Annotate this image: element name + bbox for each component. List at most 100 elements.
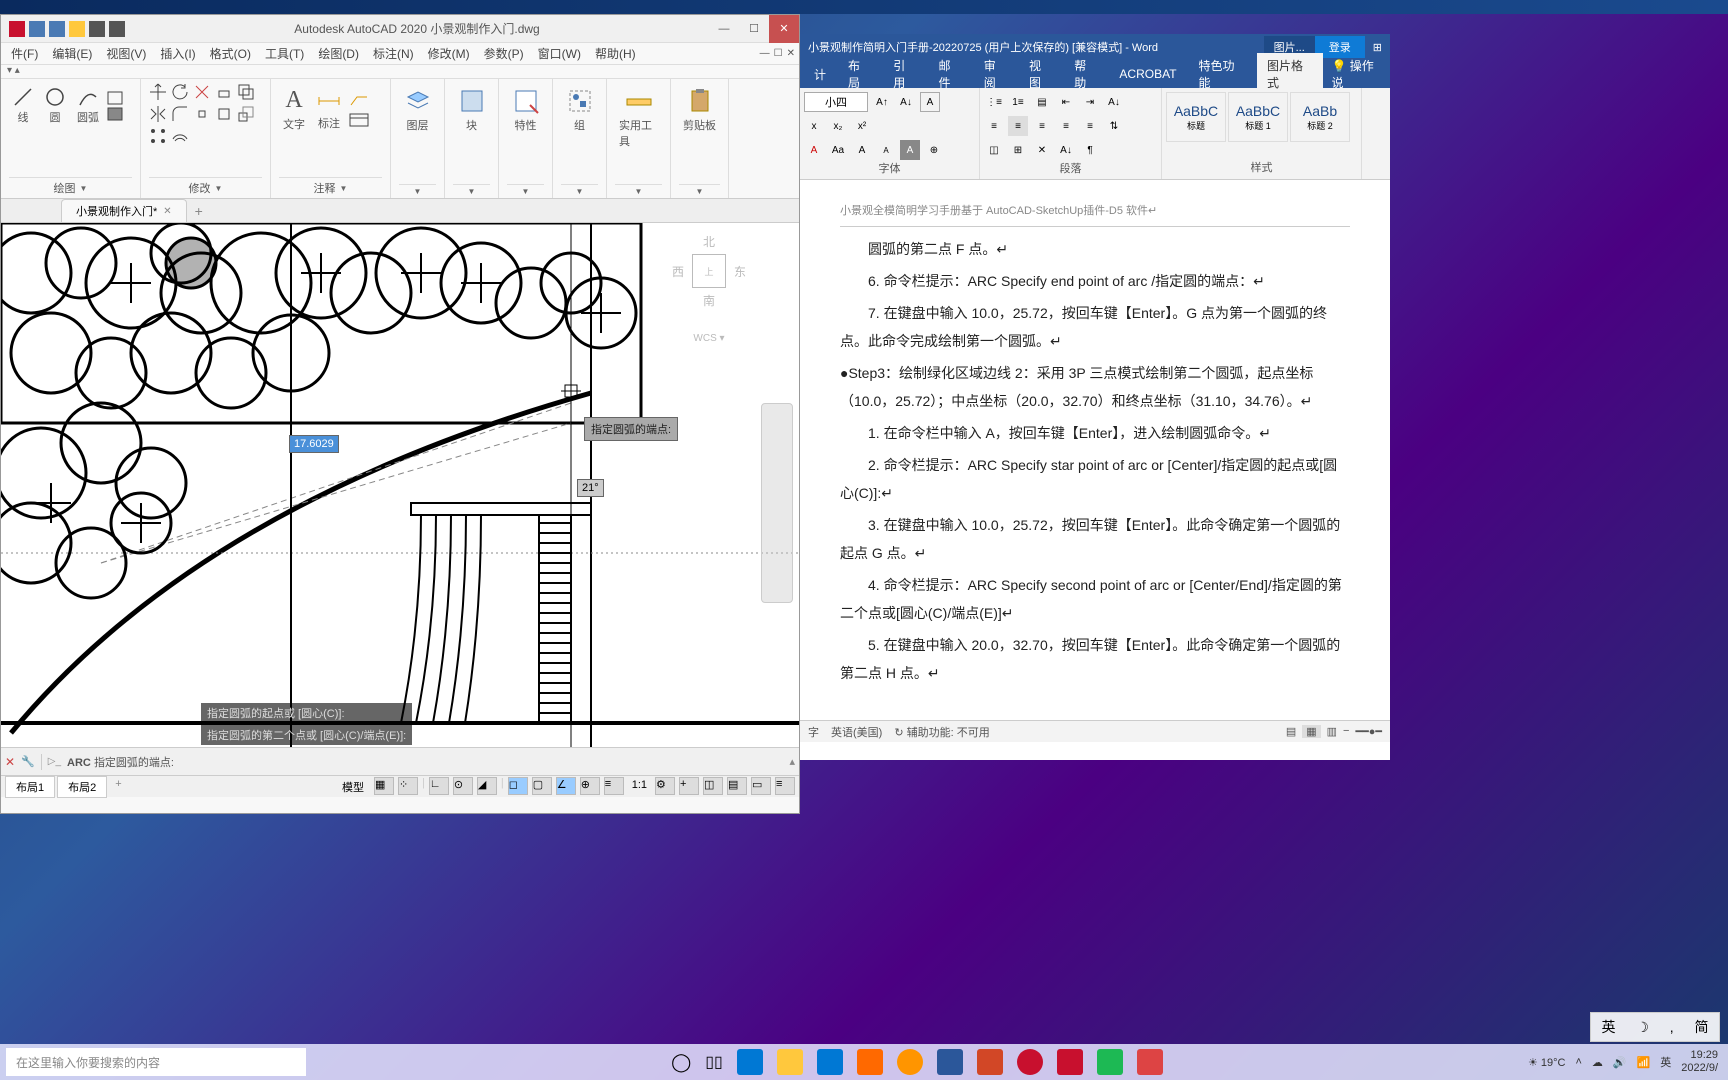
justify-icon[interactable]: ≡: [1056, 116, 1076, 136]
ribbon-tab[interactable]: ACROBAT: [1109, 63, 1186, 85]
align-right-icon[interactable]: ≡: [1032, 116, 1052, 136]
char-border-icon[interactable]: ⊕: [924, 140, 944, 160]
autocad-icon[interactable]: [1057, 1049, 1083, 1075]
weather-widget[interactable]: ☀ 19°C: [1528, 1056, 1566, 1069]
netease-icon[interactable]: [1017, 1049, 1043, 1075]
styles-panel-title[interactable]: 样式: [1166, 159, 1357, 175]
menu-tools[interactable]: 工具(T): [259, 43, 310, 64]
shading-icon[interactable]: ◫: [984, 140, 1004, 160]
ribbon-tab[interactable]: 计: [804, 62, 836, 87]
menu-edit[interactable]: 编辑(E): [46, 43, 98, 64]
tab-add-button[interactable]: +: [187, 200, 211, 222]
zoom-out-button[interactable]: −: [1343, 725, 1349, 738]
task-timeline-icon[interactable]: ▯▯: [705, 1052, 723, 1072]
menu-view[interactable]: 视图(V): [100, 43, 152, 64]
acad-titlebar[interactable]: Autodesk AutoCAD 2020 小景观制作入门.dwg — ☐ ✕: [1, 15, 799, 43]
wcs-dropdown[interactable]: WCS ▾: [693, 333, 724, 344]
offset-icon[interactable]: [171, 127, 189, 145]
para-sort-icon[interactable]: A↓: [1056, 140, 1076, 160]
align-left-icon[interactable]: ≡: [984, 116, 1004, 136]
3dosnap-toggle[interactable]: ▢: [532, 777, 552, 795]
panel-draw-title[interactable]: 绘图▼: [9, 177, 132, 196]
multilevel-icon[interactable]: ▤: [1032, 92, 1052, 112]
line-tool[interactable]: 线: [9, 83, 37, 129]
shrink-font-icon[interactable]: A↓: [896, 92, 916, 112]
layer-tool[interactable]: 图层: [399, 83, 436, 137]
workspace-switching[interactable]: ⚙: [655, 777, 675, 795]
copy-icon[interactable]: [237, 83, 255, 101]
change-case-icon[interactable]: Aa: [828, 140, 848, 160]
group-tool[interactable]: 组: [561, 83, 598, 137]
grow-font-icon[interactable]: A↑: [872, 92, 892, 112]
clipboard-tool[interactable]: 剪贴板: [679, 83, 720, 137]
undo-icon[interactable]: [109, 21, 125, 37]
ribbon-tab-strip[interactable]: ▾ ▴: [1, 65, 799, 79]
status-char[interactable]: 字: [808, 724, 819, 740]
hardware-accel[interactable]: ▤: [727, 777, 747, 795]
arc-tool[interactable]: 圆弧: [73, 83, 103, 129]
layout-tab-1[interactable]: 布局1: [5, 776, 55, 798]
customization-button[interactable]: ≡: [775, 777, 795, 795]
scale-icon[interactable]: [237, 105, 255, 123]
lineweight-toggle[interactable]: ≡: [604, 777, 624, 795]
style-heading1[interactable]: AaBbC标题 1: [1228, 92, 1288, 142]
volume-icon[interactable]: 🔊: [1613, 1056, 1627, 1069]
moon-icon[interactable]: ☽: [1636, 1019, 1649, 1036]
grid-toggle[interactable]: ▦: [374, 777, 394, 795]
circle-tool[interactable]: 圆: [41, 83, 69, 129]
menu-modify[interactable]: 修改(M): [422, 43, 476, 64]
ime-lang[interactable]: 英: [1660, 1054, 1671, 1070]
drawing-area[interactable]: 17.6029 21° 指定圆弧的端点: 北 西 上 东 南 WCS ▾ 指定圆…: [1, 223, 799, 747]
show-marks-icon[interactable]: ¶: [1080, 140, 1100, 160]
clear-format-icon[interactable]: A: [920, 92, 940, 112]
close-button[interactable]: ✕: [769, 15, 799, 43]
print-layout-icon[interactable]: ▦: [1302, 725, 1320, 738]
menu-parametric[interactable]: 参数(P): [478, 43, 530, 64]
leader-icon[interactable]: [349, 93, 369, 107]
highlight-icon[interactable]: A: [900, 140, 920, 160]
read-mode-icon[interactable]: ▤: [1286, 725, 1296, 738]
file-tab[interactable]: 小景观制作入门*✕: [61, 199, 187, 222]
doc-close-button[interactable]: ✕: [787, 48, 795, 59]
doc-minimize-button[interactable]: —: [760, 48, 770, 59]
ime-indicator[interactable]: 英 ☽ , 简: [1590, 1012, 1720, 1042]
tab-close-icon[interactable]: ✕: [163, 206, 171, 217]
osnap-toggle[interactable]: ◻: [508, 777, 528, 795]
menu-file[interactable]: 件(F): [5, 43, 44, 64]
cmdline-recent-icon[interactable]: ▴: [789, 755, 795, 768]
app-green-icon[interactable]: [1097, 1049, 1123, 1075]
ortho-toggle[interactable]: ∟: [429, 777, 449, 795]
shrink-font-icon2[interactable]: A: [876, 140, 896, 160]
polar-toggle[interactable]: ⊙: [453, 777, 473, 795]
layout-tab-2[interactable]: 布局2: [57, 776, 107, 798]
decrease-indent-icon[interactable]: ⇤: [1056, 92, 1076, 112]
clock-date[interactable]: 2022/9/: [1681, 1062, 1718, 1075]
distributed-icon[interactable]: ≡: [1080, 116, 1100, 136]
xyz-icon[interactable]: ✕: [1032, 140, 1052, 160]
snap-toggle[interactable]: ⁘: [398, 777, 418, 795]
styles-gallery[interactable]: AaBbC标题 AaBbC标题 1 AaBb标题 2: [1166, 92, 1357, 142]
viewcube-face[interactable]: 上: [692, 254, 726, 288]
task-view-icon[interactable]: ◯: [671, 1052, 691, 1073]
viewcube[interactable]: 北 西 上 东 南 WCS ▾: [649, 233, 769, 373]
distance-input[interactable]: 17.6029: [289, 435, 339, 453]
table-icon[interactable]: [349, 113, 369, 127]
font-panel-title[interactable]: 字体: [804, 160, 975, 176]
web-layout-icon[interactable]: ▥: [1327, 725, 1337, 738]
onedrive-icon[interactable]: ☁: [1592, 1056, 1603, 1069]
plot-icon[interactable]: [89, 21, 105, 37]
fillet-icon[interactable]: [171, 105, 189, 123]
save-icon[interactable]: [29, 21, 45, 37]
mail-icon[interactable]: [817, 1049, 843, 1075]
navigation-bar[interactable]: [761, 403, 793, 603]
paragraph-panel-title[interactable]: 段落: [984, 160, 1157, 176]
mirror-icon[interactable]: [149, 105, 167, 123]
subscript-icon[interactable]: x₂: [828, 116, 848, 136]
edge-icon[interactable]: [737, 1049, 763, 1075]
numbering-icon[interactable]: 1≡: [1008, 92, 1028, 112]
style-heading2[interactable]: AaBb标题 2: [1290, 92, 1350, 142]
powerpoint-icon[interactable]: [977, 1049, 1003, 1075]
save-as-icon[interactable]: [49, 21, 65, 37]
utilities-tool[interactable]: 实用工具: [615, 83, 662, 153]
zoom-slider[interactable]: ━━●━: [1355, 725, 1382, 738]
